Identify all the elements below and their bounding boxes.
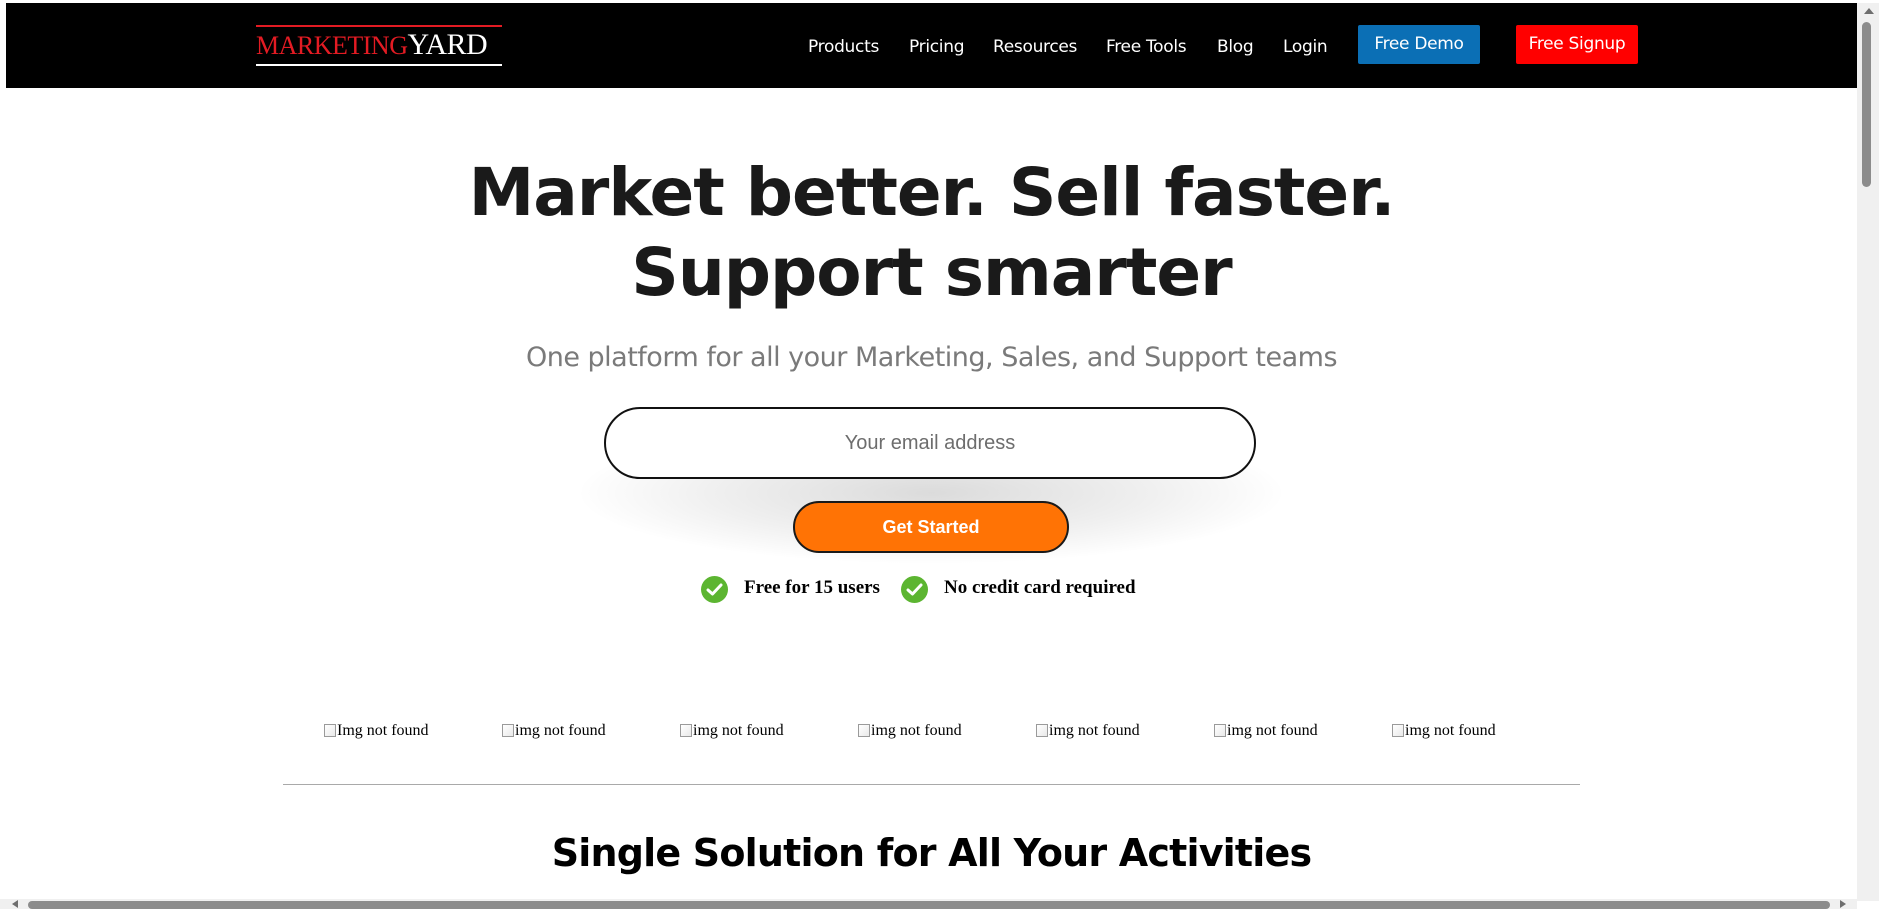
scroll-right-arrow-icon[interactable] [1840, 900, 1846, 908]
nav-blog[interactable]: Blog [1217, 37, 1254, 57]
vertical-scrollbar-thumb[interactable] [1862, 22, 1871, 187]
check-circle-icon [901, 576, 928, 603]
hero-heading-line-2: Support smarter [631, 234, 1232, 311]
perk-free-users: Free for 15 users [744, 577, 880, 598]
section-heading: Single Solution for All Your Activities [551, 831, 1312, 875]
top-navbar: MARKETINGYARD Products Pricing Resources… [6, 3, 1857, 88]
nav-resources[interactable]: Resources [993, 37, 1077, 57]
horizontal-scrollbar-thumb[interactable] [28, 901, 1830, 909]
broken-image-icon [1214, 724, 1226, 737]
free-demo-button[interactable]: Free Demo [1358, 25, 1480, 64]
window-edge [0, 0, 6, 909]
broken-image-icon [502, 724, 514, 737]
site-logo[interactable]: MARKETINGYARD [256, 25, 502, 66]
broken-image-icon [858, 724, 870, 737]
free-signup-button[interactable]: Free Signup [1516, 25, 1638, 64]
client-logo-broken: Img not found [324, 722, 429, 740]
client-logo-broken: img not found [502, 722, 606, 740]
get-started-button[interactable]: Get Started [793, 501, 1069, 553]
page: MARKETINGYARD Products Pricing Resources… [6, 3, 1857, 901]
scroll-left-arrow-icon[interactable] [12, 900, 18, 908]
broken-image-icon [1392, 724, 1404, 737]
nav-login[interactable]: Login [1283, 37, 1328, 57]
section-divider [283, 784, 1580, 785]
scroll-up-arrow-icon[interactable] [1864, 8, 1874, 14]
email-input[interactable] [604, 407, 1256, 479]
client-logo-broken: img not found [1392, 722, 1496, 740]
client-logo-broken: img not found [1036, 722, 1140, 740]
hero-heading-line-1: Market better. Sell faster. [468, 154, 1396, 231]
hero-heading: Market better. Sell faster. Support smar… [6, 153, 1857, 313]
broken-image-icon [324, 724, 336, 737]
nav-pricing[interactable]: Pricing [909, 37, 965, 57]
broken-image-icon [1036, 724, 1048, 737]
check-circle-icon [701, 576, 728, 603]
hero-subtitle: One platform for all your Marketing, Sal… [525, 342, 1338, 373]
client-logo-broken: img not found [1214, 722, 1318, 740]
nav-free-tools[interactable]: Free Tools [1106, 37, 1187, 57]
client-logo-broken: img not found [858, 722, 962, 740]
perk-no-credit-card: No credit card required [944, 577, 1136, 598]
nav-products[interactable]: Products [808, 37, 879, 57]
client-logo-broken: img not found [680, 722, 784, 740]
broken-image-icon [680, 724, 692, 737]
